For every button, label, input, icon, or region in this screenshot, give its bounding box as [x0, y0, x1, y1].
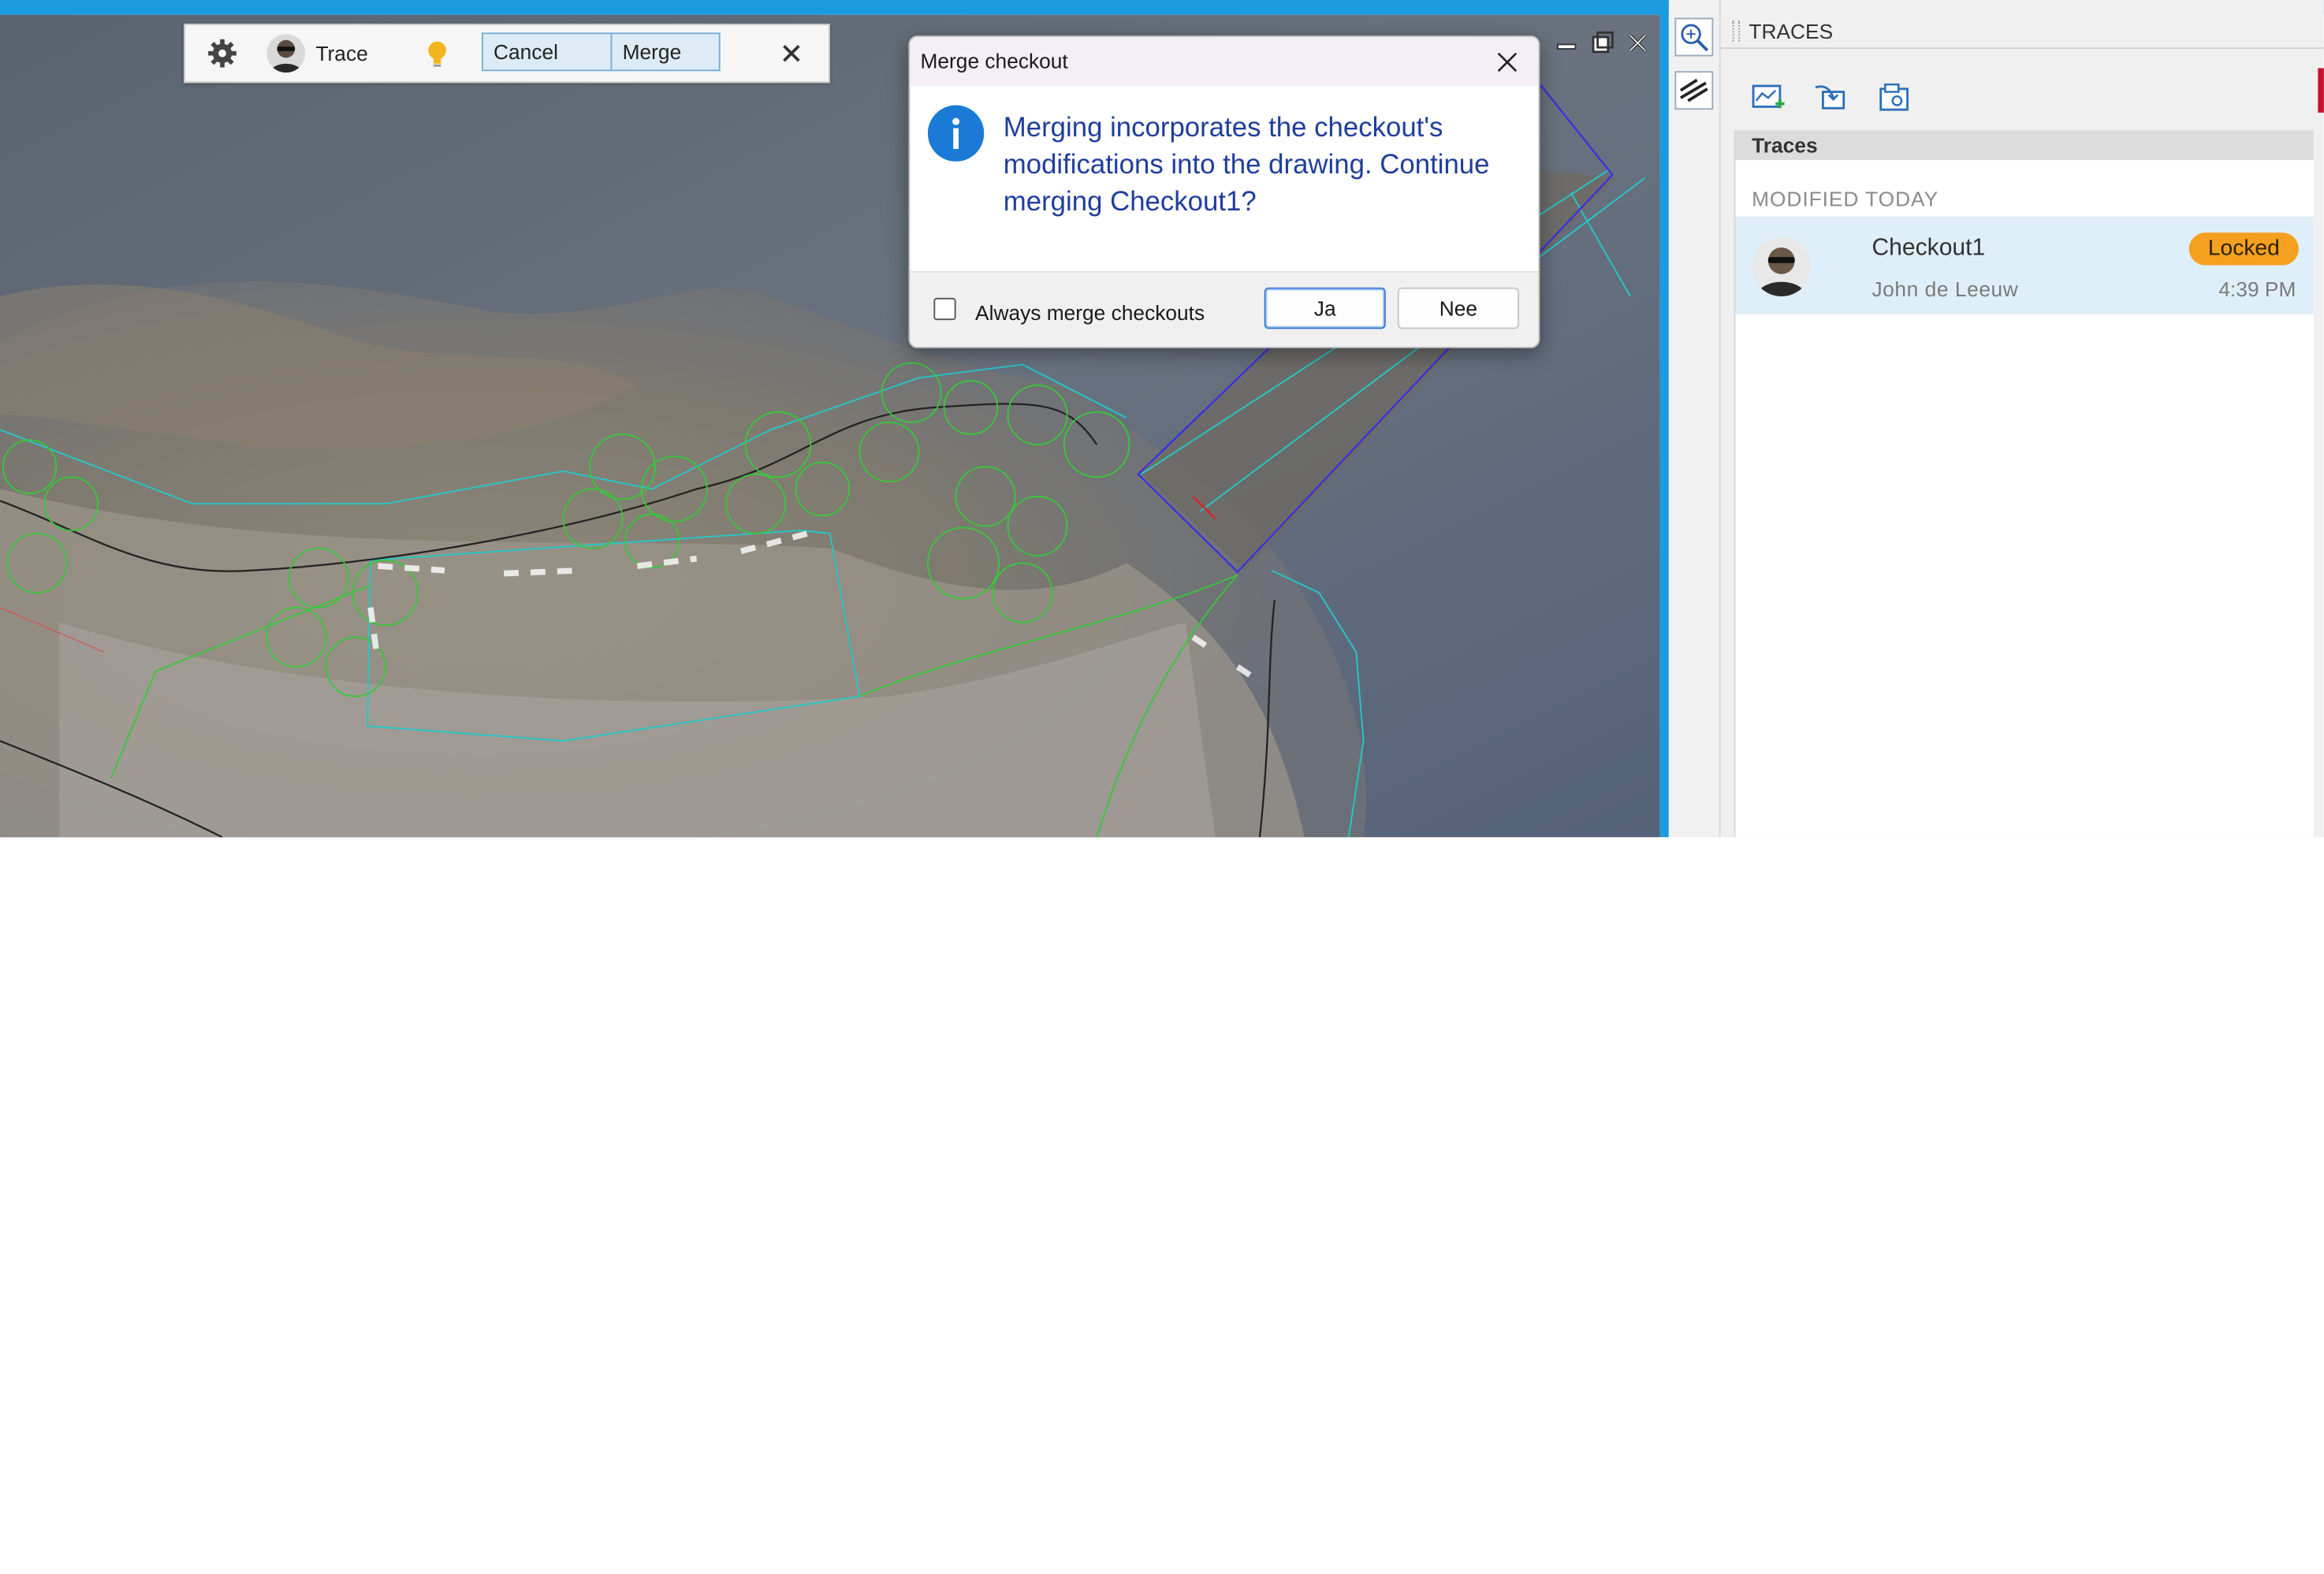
yes-button[interactable]: Ja	[1264, 287, 1386, 329]
traces-list-container: Traces MODIFIED TODAY Checkout1 John de …	[1734, 130, 2314, 838]
palette-grip[interactable]	[1732, 20, 1741, 42]
close-icon[interactable]	[1624, 30, 1651, 57]
restore-icon[interactable]	[1588, 30, 1615, 57]
trace-list-item[interactable]: Checkout1 John de Leeuw Locked 4:39 PM	[1735, 216, 2314, 314]
trace-toolbar: Trace Cancel Merge	[184, 24, 830, 84]
trace-time: 4:39 PM	[2218, 277, 2296, 301]
canvas-window-controls	[1553, 30, 1659, 60]
palette-title: TRACES	[1749, 19, 1834, 43]
new-trace-icon[interactable]	[1750, 80, 1786, 116]
dialog-message: Merging incorporates the checkout's modi…	[1003, 111, 1490, 217]
import-trace-icon[interactable]	[1812, 80, 1848, 116]
palette-divider	[1720, 47, 2324, 50]
gear-icon[interactable]	[206, 37, 238, 69]
minimize-icon[interactable]	[1553, 30, 1580, 57]
trace-author: John de Leeuw	[1871, 277, 2019, 301]
manage-trace-icon[interactable]	[1876, 80, 1912, 116]
trace-name: Checkout1	[1871, 235, 1986, 261]
always-merge-label[interactable]: Always merge checkouts	[975, 301, 1205, 325]
dialog-title: Merge checkout	[920, 49, 1068, 73]
traces-palette: TRACES Traces MODIFIED TODAY Checkout1 J…	[1720, 0, 2324, 838]
group-label: MODIFIED TODAY	[1752, 186, 1939, 210]
avatar	[1752, 236, 1812, 296]
traces-section-header	[1735, 130, 2314, 161]
lightbulb-icon[interactable]	[426, 39, 449, 69]
edge-marker	[2318, 68, 2324, 113]
canvas-right-border	[1659, 0, 1669, 838]
info-icon	[927, 105, 985, 162]
always-merge-checkbox[interactable]	[933, 297, 956, 321]
close-icon[interactable]	[1492, 47, 1522, 77]
trace-label: Trace	[315, 41, 368, 65]
no-button[interactable]: Nee	[1397, 287, 1519, 329]
dialog-footer: Always merge checkouts Ja Nee	[910, 271, 1539, 347]
status-badge: Locked	[2188, 233, 2299, 266]
merge-checkout-dialog: Merge checkout Merging incorporates the …	[908, 35, 1540, 348]
palette-tool-gutter	[1668, 0, 1721, 838]
close-icon[interactable]	[778, 40, 805, 67]
traces-section-title: Traces	[1752, 133, 1818, 158]
user-avatar	[266, 34, 306, 73]
hatch-icon[interactable]	[1674, 71, 1714, 110]
merge-button[interactable]: Merge	[610, 32, 721, 72]
zoom-extents-icon[interactable]	[1674, 17, 1714, 57]
